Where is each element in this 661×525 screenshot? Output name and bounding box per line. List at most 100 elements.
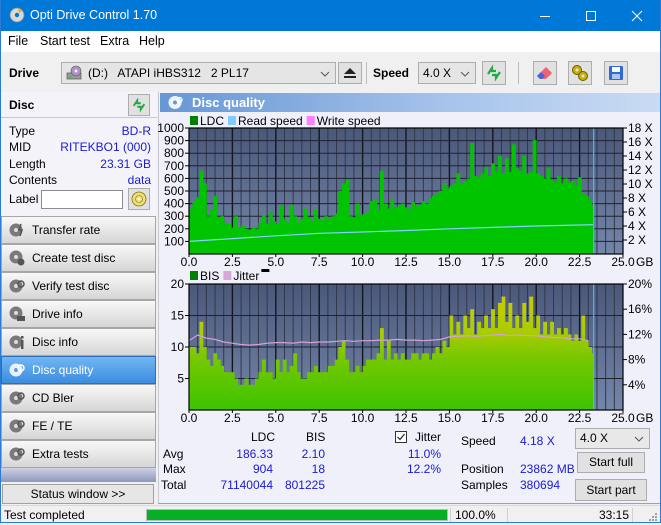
resize-grip-icon[interactable] (648, 511, 658, 521)
x-tick-label: 10.0 (351, 255, 375, 269)
sidebar-item-label: Verify test disc (32, 279, 110, 293)
x-axis-unit: GB (636, 255, 653, 269)
maximize-icon (586, 10, 596, 21)
save-button[interactable] (604, 61, 628, 85)
gears-icon (572, 65, 588, 81)
sidebar-item-disc-quality[interactable]: Disc quality (1, 356, 156, 384)
ldc-bar (515, 168, 520, 254)
drive-icon (66, 65, 84, 81)
ldc-bar (432, 196, 436, 254)
bis-bar (237, 384, 242, 410)
ldc-bar (435, 193, 440, 254)
bis-bar (317, 372, 322, 410)
eject-button[interactable] (338, 62, 362, 84)
ldc-bar (438, 191, 443, 254)
settings-button[interactable] (568, 61, 592, 85)
drive-select[interactable]: (D:) ATAPI iHBS312 2 PL17 (61, 62, 336, 84)
ldc-bar (491, 163, 495, 254)
bis-bar (536, 315, 541, 410)
sidebar-item-label: Disc info (32, 335, 79, 349)
ldc-bar (296, 222, 301, 254)
y2-tick-label: 14 X (628, 149, 653, 163)
menu-extra[interactable]: Extra (98, 34, 131, 48)
legend-marker (261, 269, 270, 272)
y2-tick-label: 12% (628, 327, 652, 341)
ldc-bar (379, 170, 384, 254)
ldc-bar (421, 201, 426, 254)
status-window-button[interactable]: Status window >> (2, 484, 154, 504)
y-tick-label: 900 (164, 134, 184, 148)
maximize-button[interactable] (568, 0, 614, 31)
close-button[interactable] (614, 0, 660, 31)
disc-contents-value: data (127, 173, 151, 187)
test-speed-select[interactable]: 4.0 X (575, 428, 650, 449)
sidebar-item-cd-bler[interactable]: CD Bler (1, 384, 156, 412)
start-full-button[interactable]: Start full (577, 452, 645, 473)
x-tick-label: 15.0 (438, 255, 462, 269)
ldc-bar (539, 175, 544, 254)
menu-help[interactable]: Help (137, 34, 167, 48)
bis-bar (518, 328, 523, 410)
bis-bar (480, 328, 485, 410)
refresh-drive-button[interactable] (482, 61, 506, 85)
ldc-bar (327, 218, 332, 254)
bis-bar (216, 359, 221, 410)
sidebar-item-create-test-disc[interactable]: Create test disc (1, 244, 156, 272)
bis-bar (251, 384, 256, 410)
start-part-button[interactable]: Start part (575, 479, 647, 501)
ldc-bar (459, 183, 464, 254)
status-text: Test completed (4, 508, 85, 522)
ldc-bar (511, 144, 516, 254)
bis-bar (508, 302, 513, 410)
sidebar-item-drive-info[interactable]: Drive info (1, 300, 156, 328)
disc-refresh-button[interactable] (128, 94, 150, 116)
ldc-bar (366, 212, 370, 254)
y2-tick-label: 12 X (628, 163, 653, 177)
erase-button[interactable] (533, 61, 557, 85)
bis-bar (386, 340, 391, 410)
ldc-bar (362, 213, 367, 254)
y-tick-label: 400 (164, 197, 184, 211)
bis-bar (223, 372, 228, 410)
bis-bar (359, 372, 363, 410)
ldc-bar (577, 177, 582, 254)
sidebar-item-fe-te[interactable]: FE / TE (1, 412, 156, 440)
bis-bar (400, 353, 405, 410)
menu-file[interactable]: File (6, 34, 30, 48)
bis-bar (293, 353, 298, 410)
stats-avg-bis: 2.10 (301, 447, 325, 461)
ldc-bar (532, 140, 537, 254)
x-tick-label: 5.0 (267, 255, 284, 269)
status-bar: Test completed 100.0% 33:15 (0, 505, 661, 523)
fe-te-icon (9, 418, 25, 434)
bis-bar (588, 347, 593, 410)
write-label-button[interactable] (128, 188, 150, 210)
y-tick-label: 800 (164, 146, 184, 160)
y-tick-label: 100 (164, 234, 184, 248)
bis-bar (539, 334, 544, 410)
x-axis-unit: GB (636, 411, 653, 425)
menu-start-test[interactable]: Start test (38, 34, 92, 48)
ldc-bar (338, 191, 343, 254)
bis-bar (456, 321, 461, 410)
disc-label-input[interactable] (41, 190, 123, 209)
sidebar-item-transfer-rate[interactable]: Transfer rate (1, 216, 156, 244)
ldc-bar (480, 173, 485, 254)
sidebar-item-disc-info[interactable]: Disc info (1, 328, 156, 356)
speed-select[interactable]: 4.0 X (418, 62, 476, 84)
ldc-bar (428, 198, 433, 254)
sidebar-item-verify-test-disc[interactable]: Verify test disc (1, 272, 156, 300)
stats-total-label: Total (161, 478, 187, 492)
jitter-checkbox[interactable] (395, 431, 407, 443)
ldc-bar (383, 203, 388, 254)
sidebar-item-label: Extra tests (32, 447, 89, 461)
sidebar-item-label: Create test disc (32, 251, 116, 265)
minimize-button[interactable] (522, 0, 568, 31)
x-tick-label: 7.5 (311, 255, 328, 269)
ldc-bar (234, 216, 239, 254)
x-tick-label: 25.0 (611, 255, 635, 269)
bis-bar (550, 321, 554, 410)
ldc-bar (241, 225, 245, 254)
ldc-bar (442, 183, 447, 254)
sidebar-item-extra-tests[interactable]: Extra tests (1, 440, 156, 468)
